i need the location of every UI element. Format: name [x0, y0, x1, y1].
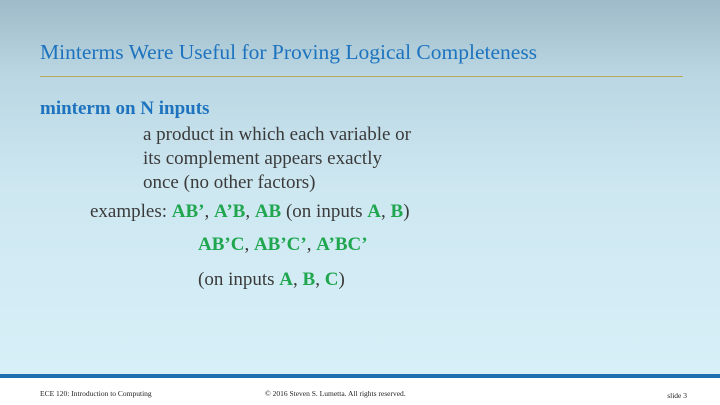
- example-term: AB’C: [198, 234, 245, 255]
- inputs-text: (on inputs: [281, 201, 368, 222]
- example-term: AB: [254, 201, 282, 222]
- example-term: AB’C’: [253, 234, 307, 255]
- term-heading: minterm on N inputs: [40, 98, 210, 119]
- separator: ,: [245, 201, 255, 222]
- definition: a product in which each variable or its …: [143, 123, 411, 195]
- examples-line-2: AB’C, AB’C’, A’BC’: [198, 234, 368, 256]
- separator: ,: [306, 234, 317, 255]
- copyright: © 2016 Steven S. Lumetta. All rights res…: [265, 389, 406, 398]
- slide-title: Minterms Were Useful for Proving Logical…: [40, 40, 538, 64]
- input-variable: B: [302, 269, 316, 290]
- examples-line-1: examples: AB’, A’B, AB (on inputs A, B): [90, 201, 410, 223]
- close-paren: ): [403, 201, 410, 222]
- example-term: A’BC’: [316, 234, 368, 255]
- footer: ECE 120: Introduction to Computing © 201…: [0, 378, 720, 405]
- title-rule: [40, 76, 683, 77]
- separator: ,: [315, 269, 325, 290]
- separator: ,: [204, 201, 215, 222]
- definition-line: its complement appears exactly: [143, 148, 382, 169]
- separator: ,: [244, 234, 254, 255]
- close-paren: ): [338, 269, 345, 290]
- example-term: A’B: [214, 201, 246, 222]
- examples-label: examples:: [90, 201, 172, 222]
- input-variable: B: [390, 201, 404, 222]
- separator: ,: [381, 201, 391, 222]
- definition-line: once (no other factors): [143, 172, 316, 193]
- examples-line-3: (on inputs A, B, C): [198, 269, 345, 291]
- example-term: AB’: [171, 201, 205, 222]
- input-variable: A: [367, 201, 381, 222]
- definition-line: a product in which each variable or: [143, 124, 411, 145]
- input-variable: A: [279, 269, 294, 290]
- slide-number: slide 3: [667, 391, 687, 400]
- separator: ,: [293, 269, 303, 290]
- inputs-text: (on inputs: [198, 269, 280, 290]
- input-variable: C: [324, 269, 339, 290]
- course-name: ECE 120: Introduction to Computing: [40, 389, 152, 398]
